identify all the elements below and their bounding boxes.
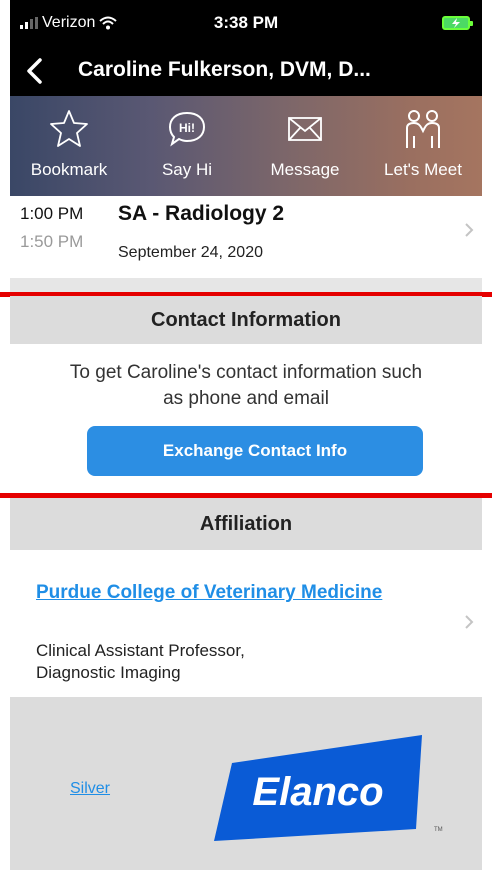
bookmark-label: Bookmark [30, 160, 108, 179]
battery-icon [442, 16, 473, 30]
page-title: Caroline Fulkerson, DVM, D... [78, 58, 371, 81]
contact-description-line: To get Caroline's contact information su… [69, 362, 423, 383]
status-time: 3:38 PM [213, 13, 279, 32]
chevron-right-icon [465, 223, 474, 237]
star-icon [50, 110, 88, 147]
message-button[interactable]: Message [246, 96, 364, 196]
sponsor-level-link[interactable]: Silver [70, 780, 110, 798]
nav-bar: Caroline Fulkerson, DVM, D... [10, 46, 482, 96]
back-arrow-icon[interactable] [22, 57, 50, 85]
hi-bubble-icon: Hi! [168, 111, 206, 147]
message-label: Message [270, 160, 340, 179]
organization-link[interactable]: Purdue College of Veterinary Medicine [36, 582, 382, 604]
meet-people-icon [406, 110, 440, 148]
session-end-time: 1:50 PM [20, 232, 84, 251]
lets-meet-label: Let's Meet [384, 160, 462, 179]
svg-text:Hi!: Hi! [179, 121, 195, 135]
status-bar: Verizon 3:38 PM [10, 0, 482, 46]
contact-section-header: Contact Information [10, 296, 482, 344]
session-start-time: 1:00 PM [20, 204, 84, 223]
session-title: SA - Radiology 2 [118, 202, 285, 225]
section-gap [10, 278, 482, 292]
chevron-right-icon [465, 615, 474, 629]
sponsor-area: Silver Elanco TM [10, 697, 482, 870]
bookmark-button[interactable]: Bookmark [10, 96, 128, 196]
say-hi-button[interactable]: Hi! Say Hi [128, 96, 246, 196]
session-row[interactable]: 1:00 PM 1:50 PM SA - Radiology 2 Septemb… [10, 196, 482, 278]
action-bar: Bookmark Hi! Say Hi Message Let's Meet [10, 96, 482, 196]
position-title: Clinical Assistant Professor, Diagnostic… [36, 640, 336, 684]
envelope-icon [288, 117, 322, 141]
elanco-logo[interactable]: Elanco TM [210, 733, 450, 843]
session-date: September 24, 2020 [118, 244, 263, 261]
lets-meet-button[interactable]: Let's Meet [364, 96, 482, 196]
say-hi-label: Say Hi [161, 160, 213, 179]
contact-description-line: as phone and email [163, 388, 329, 409]
exchange-contact-button[interactable]: Exchange Contact Info [87, 426, 423, 476]
contact-description: To get Caroline's contact information su… [20, 360, 472, 412]
trademark-text: TM [434, 827, 443, 833]
position-line: Clinical Assistant Professor, [36, 641, 245, 660]
logo-text: Elanco [252, 770, 383, 814]
position-line: Diagnostic Imaging [36, 663, 181, 682]
affiliation-section-header: Affiliation [10, 498, 482, 550]
